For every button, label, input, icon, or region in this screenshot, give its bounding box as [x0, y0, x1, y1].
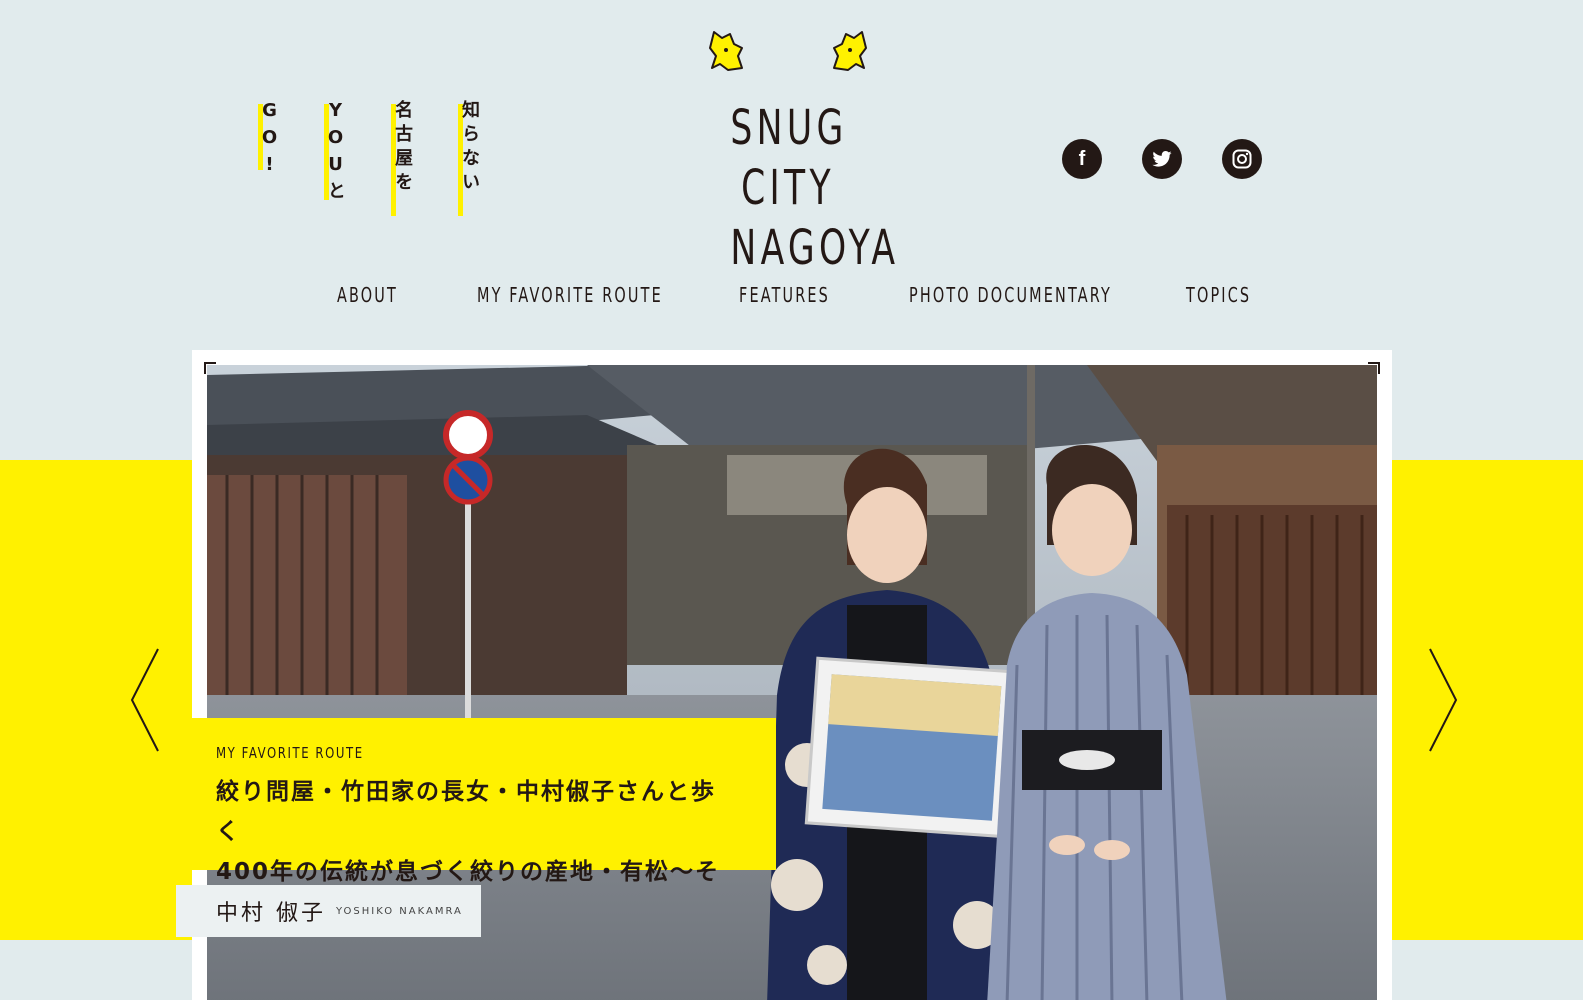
nav-item-photo-documentary[interactable]: PHOTO DOCUMENTARY: [909, 283, 1112, 307]
twitter-button[interactable]: [1142, 139, 1182, 179]
slider-prev-arrow[interactable]: [128, 645, 162, 755]
site-logo[interactable]: SNUG CITY NAGOYA: [708, 28, 895, 276]
tagline: 知らない 名古屋を YOUと GO!: [258, 100, 488, 220]
facebook-button[interactable]: f: [1062, 139, 1102, 179]
nav-item-features[interactable]: FEATURES: [739, 283, 830, 307]
shachihoko-icon: [709, 31, 867, 71]
author-name-jp: 中村 俶子: [216, 901, 326, 926]
instagram-icon: [1232, 149, 1252, 169]
logo-wordmark: SNUG CITY NAGOYA: [730, 98, 900, 278]
logo-line-3: NAGOYA: [730, 220, 900, 276]
slider-next-arrow[interactable]: [1426, 645, 1460, 755]
facebook-icon: f: [1078, 147, 1086, 170]
chevron-right-icon: [1429, 648, 1458, 752]
tagline-col-4: GO!: [258, 100, 280, 181]
slide-category: MY FAVORITE ROUTE: [216, 744, 364, 762]
slide-author: 中村 俶子 YOSHIKO NAKAMRA: [176, 885, 481, 937]
tagline-col-1: 知らない: [458, 100, 480, 216]
instagram-button[interactable]: [1222, 139, 1262, 179]
tagline-col-2: 名古屋を: [391, 100, 413, 216]
tagline-col-3: YOUと: [324, 100, 346, 205]
author-name-en: YOSHIKO NAKAMRA: [336, 905, 463, 917]
chevron-left-icon: [130, 648, 159, 752]
nav-item-about[interactable]: ABOUT: [337, 283, 398, 307]
slide-caption[interactable]: MY FAVORITE ROUTE 絞り問屋・竹田家の長女・中村俶子さんと歩く …: [176, 718, 776, 925]
slide-title-line-1: 絞り問屋・竹田家の長女・中村俶子さんと歩く: [216, 779, 716, 845]
twitter-icon: [1152, 151, 1172, 167]
nav-item-my-favorite-route[interactable]: MY FAVORITE ROUTE: [477, 283, 663, 307]
logo-line-1: SNUG: [730, 100, 848, 156]
nav-item-topics[interactable]: TOPICS: [1186, 283, 1251, 307]
main-nav: ABOUT MY FAVORITE ROUTE FEATURES PHOTO D…: [0, 283, 1583, 317]
frame-corner-top-right: [1368, 362, 1380, 374]
frame-corner-top-left: [204, 362, 216, 374]
logo-line-2: CITY: [741, 160, 835, 216]
